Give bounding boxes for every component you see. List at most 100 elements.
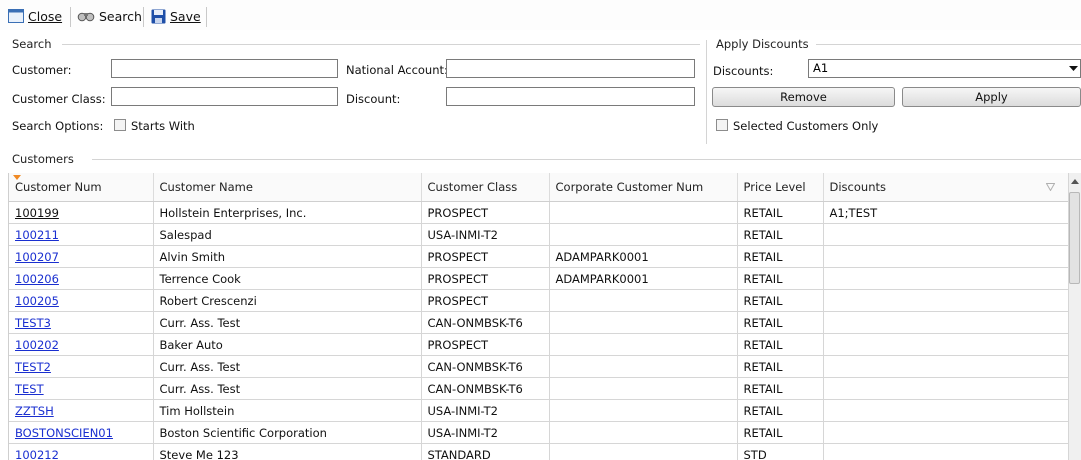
group-divider-vertical	[706, 40, 707, 144]
close-button[interactable]: Close	[8, 7, 62, 25]
cell-discounts	[823, 333, 1069, 356]
table-row[interactable]: TEST3 Curr. Ass. Test CAN-ONMBSK-T6 RETAIL	[9, 311, 1069, 334]
save-button[interactable]: Save	[151, 7, 201, 25]
table-row[interactable]: 100207 Alvin Smith PROSPECT ADAMPARK0001 RET…	[9, 245, 1069, 268]
customer-num-link[interactable]: TEST3	[15, 316, 51, 330]
table-row[interactable]: TEST2 Curr. Ass. Test CAN-ONMBSK-T6 RETAIL	[9, 355, 1069, 378]
table-row[interactable]: 100211 Salespad USA-INMI-T2 RETAIL	[9, 223, 1069, 246]
search-label: Search	[99, 8, 142, 24]
customer-num-link[interactable]: 100199	[15, 206, 59, 220]
customer-class-label: Customer Class:	[12, 92, 106, 106]
cell-customer-name: Hollstein Enterprises, Inc.	[153, 201, 422, 224]
column-header-label: Customer Name	[159, 180, 253, 194]
discounts-select[interactable]: A1	[808, 59, 1081, 78]
cell-customer-num: 100206	[9, 267, 154, 290]
cell-discounts	[823, 223, 1069, 246]
cell-customer-name: Alvin Smith	[153, 245, 422, 268]
sort-indicator-icon	[13, 175, 21, 180]
table-row[interactable]: BOSTONSCIEN01 Boston Scientific Corporati…	[9, 421, 1069, 444]
customer-num-link[interactable]: TEST	[15, 382, 44, 396]
column-header-customer-class[interactable]: Customer Class	[421, 173, 550, 202]
customer-num-link[interactable]: ZZTSH	[15, 404, 54, 418]
customer-num-link[interactable]: 100205	[15, 294, 59, 308]
cell-discounts: A1;TEST	[823, 201, 1069, 224]
cell-price-level: RETAIL	[737, 311, 824, 334]
filter-icon[interactable]	[1045, 183, 1055, 191]
cell-price-level: RETAIL	[737, 267, 824, 290]
scroll-up-arrow-icon[interactable]	[1071, 179, 1079, 184]
scrollbar-thumb[interactable]	[1069, 192, 1080, 284]
apply-discounts-group-title: Apply Discounts	[716, 37, 809, 51]
cell-customer-class: USA-INMI-T2	[421, 421, 550, 444]
search-button[interactable]: Search	[77, 7, 142, 25]
table-row[interactable]: 100202 Baker Auto PROSPECT RETAIL	[9, 333, 1069, 356]
customer-class-input[interactable]	[111, 87, 338, 106]
table-row[interactable]: 100199 Hollstein Enterprises, Inc. PROSPEC…	[9, 201, 1069, 224]
cell-customer-class: CAN-ONMBSK-T6	[421, 377, 550, 400]
table-row[interactable]: 100205 Robert Crescenzi PROSPECT RETAIL	[9, 289, 1069, 312]
cell-price-level: RETAIL	[737, 355, 824, 378]
cell-discounts	[823, 443, 1069, 460]
national-account-label: National Account:	[346, 63, 448, 77]
column-header-price-level[interactable]: Price Level	[737, 173, 824, 202]
cell-price-level: RETAIL	[737, 223, 824, 246]
customer-num-link[interactable]: 100206	[15, 272, 59, 286]
cell-customer-name: Steve Me 123	[153, 443, 422, 460]
cell-price-level: RETAIL	[737, 201, 824, 224]
cell-customer-name: Curr. Ass. Test	[153, 377, 422, 400]
cell-discounts	[823, 245, 1069, 268]
column-header-customer-num[interactable]: Customer Num	[9, 173, 154, 202]
cell-customer-num: 100205	[9, 289, 154, 312]
national-account-input[interactable]	[446, 59, 695, 78]
cell-customer-name: Curr. Ass. Test	[153, 311, 422, 334]
cell-customer-class: PROSPECT	[421, 245, 550, 268]
starts-with-checkbox[interactable]	[114, 119, 126, 131]
customers-table: Customer Num Customer Name Customer Clas…	[9, 173, 1069, 460]
selected-customers-only-checkbox[interactable]	[716, 119, 728, 131]
cell-customer-class: USA-INMI-T2	[421, 399, 550, 422]
column-header-corporate-customer-num[interactable]: Corporate Customer Num	[549, 173, 738, 202]
cell-corporate-customer-num	[549, 399, 738, 422]
cell-price-level: RETAIL	[737, 421, 824, 444]
dropdown-arrow-icon	[1069, 66, 1078, 71]
cell-customer-num: 100207	[9, 245, 154, 268]
customers-table-body: 100199 Hollstein Enterprises, Inc. PROSPEC…	[9, 201, 1069, 460]
column-header-label: Price Level	[743, 180, 806, 194]
column-header-customer-name[interactable]: Customer Name	[153, 173, 422, 202]
cell-price-level: RETAIL	[737, 245, 824, 268]
cell-customer-class: PROSPECT	[421, 201, 550, 224]
table-row[interactable]: 100206 Terrence Cook PROSPECT ADAMPARK0001 R…	[9, 267, 1069, 290]
customer-label: Customer:	[12, 63, 72, 77]
table-header-row: Customer Num Customer Name Customer Clas…	[9, 173, 1069, 202]
customer-input[interactable]	[111, 59, 338, 78]
column-header-discounts[interactable]: Discounts	[823, 173, 1069, 202]
cell-customer-num: 100211	[9, 223, 154, 246]
table-row[interactable]: TEST Curr. Ass. Test CAN-ONMBSK-T6 RETAIL	[9, 377, 1069, 400]
table-row[interactable]: 100212 Steve Me 123 STANDARD STD	[9, 443, 1069, 460]
table-row[interactable]: ZZTSH Tim Hollstein USA-INMI-T2 RETAIL	[9, 399, 1069, 422]
toolbar-separator	[206, 7, 207, 27]
customer-num-link[interactable]: TEST2	[15, 360, 51, 374]
discounts-label: Discounts:	[713, 64, 774, 78]
toolbar-separator	[70, 7, 71, 27]
customer-num-link[interactable]: BOSTONSCIEN01	[15, 426, 113, 440]
cell-corporate-customer-num	[549, 421, 738, 444]
cell-customer-num: BOSTONSCIEN01	[9, 421, 154, 444]
apply-button[interactable]: Apply	[902, 87, 1081, 107]
customer-num-link[interactable]: 100207	[15, 250, 59, 264]
cell-corporate-customer-num	[549, 289, 738, 312]
cell-discounts	[823, 399, 1069, 422]
cell-corporate-customer-num: ADAMPARK0001	[549, 245, 738, 268]
cell-price-level: RETAIL	[737, 399, 824, 422]
discount-label: Discount:	[346, 92, 401, 106]
customer-num-link[interactable]: 100211	[15, 228, 59, 242]
discount-input[interactable]	[446, 87, 695, 106]
binoculars-icon	[77, 12, 95, 22]
cell-customer-class: USA-INMI-T2	[421, 223, 550, 246]
column-header-label: Discounts	[829, 180, 886, 194]
remove-button[interactable]: Remove	[712, 87, 895, 107]
customer-num-link[interactable]: 100212	[15, 448, 59, 460]
cell-corporate-customer-num	[549, 377, 738, 400]
customer-num-link[interactable]: 100202	[15, 338, 59, 352]
starts-with-label: Starts With	[131, 119, 195, 133]
